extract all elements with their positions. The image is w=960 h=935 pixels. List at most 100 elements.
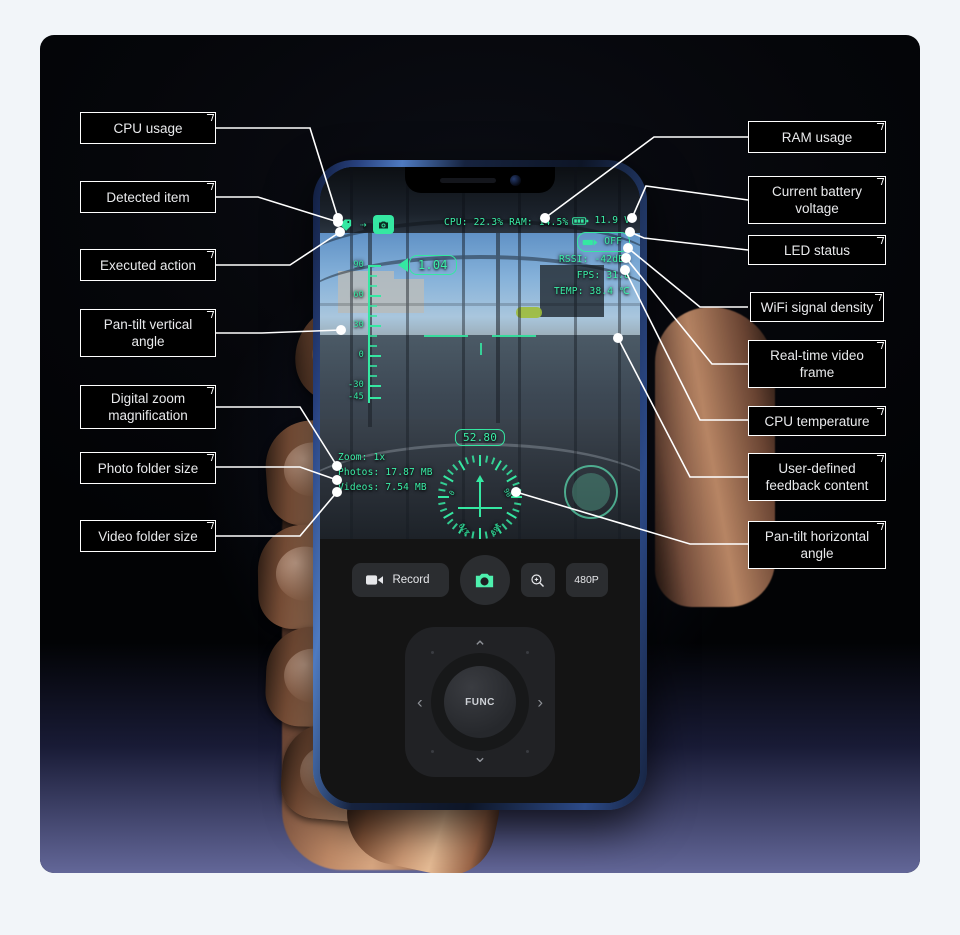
annotation-label-text: Digital zoom magnification [108,391,188,423]
zoom-in-icon [531,573,545,587]
corner-notch-icon [874,342,885,349]
annotation-current-battery-voltage: Current battery voltage [748,176,886,224]
corner-notch-icon [204,387,215,394]
annotation-label-text: WiFi signal density [760,299,874,315]
compass-tick [471,531,475,539]
compass-tick [506,511,518,519]
compass-tick [506,475,518,483]
earpiece-speaker [439,177,496,183]
capture-toolbar: Record 480P [320,553,640,607]
compass-tick [491,457,496,465]
annotation-detected-item: Detected item [80,181,216,213]
annotation-label-text: Pan-tilt vertical angle [103,317,193,349]
tilt-tick-30: 30 [353,320,364,330]
corner-notch-icon [204,454,215,461]
pan-tilt-vertical-ruler: 90 60 30 0 -30 -45 [342,260,402,406]
annotation-pan-tilt-horizontal-angle: Pan-tilt horizontal angle [748,521,886,569]
compass-tick [506,518,513,525]
compass-tick [512,508,520,513]
annotation-pan-tilt-vertical-angle: Pan-tilt vertical angle [80,309,216,357]
tilt-pointer-icon [398,258,408,272]
tilt-tick-m45: -45 [348,392,364,402]
dpad-left-button[interactable]: ‹ [417,694,423,711]
annotation-label-text: User-defined feedback content [765,461,869,493]
annotation-label-text: Current battery voltage [771,184,863,216]
video-camera-icon [366,575,384,585]
record-button-label: Record [392,574,430,586]
compass-tick [512,481,520,486]
annotation-wifi-signal-density: WiFi signal density [750,292,884,322]
corner-notch-icon [204,522,215,529]
detection-row: ⇢ [338,215,394,234]
phone-device: ⇢ CPU: 22.3% RAM: 14.5% 11.9 V OFF RSSI:… [313,160,647,810]
zoom-button[interactable] [520,563,555,597]
fps-readout: FPS: 31.8 [576,270,630,281]
corner-notch-icon [874,237,885,244]
annotation-label-text: Pan-tilt horizontal angle [764,529,870,561]
func-button[interactable]: FUNC [444,666,516,738]
pan-tilt-horizontal-value: 52.80 [454,429,506,446]
front-camera-icon [509,174,521,186]
annotation-label-text: Real-time video frame [770,348,864,380]
compass-tick [440,481,448,486]
annotation-led-status: LED status [748,235,886,265]
user-feedback-knob-inner [572,473,610,511]
annotation-label-text: CPU temperature [764,413,870,429]
compass-tick [479,528,482,539]
rssi-readout: RSSI: -42dBm [558,254,630,265]
dpad-right-button[interactable]: › [537,694,543,711]
tilt-tick-m30: -30 [348,380,364,390]
tilt-tick-60: 60 [353,290,364,300]
annotation-photo-folder-size: Photo folder size [80,452,216,484]
annotation-label-text: Video folder size [98,528,198,544]
cpu-ram-readout: CPU: 22.3% RAM: 14.5% [444,217,569,228]
corner-notch-icon [872,294,883,301]
annotation-label-text: LED status [783,242,851,258]
cpu-temperature-readout: TEMP: 38.4 ℃ [554,286,630,297]
camera-action-icon [372,215,394,234]
compass-tick [447,469,454,476]
compass-axis-h [458,507,502,509]
zoom-readout: Zoom: 1x [338,452,386,463]
compass-tick [501,523,508,530]
compass-tick [514,488,522,492]
compass-tick [511,496,523,498]
compass-tick [506,469,513,476]
annotation-digital-zoom-magnification: Digital zoom magnification [80,385,216,429]
compass-tick [440,508,448,513]
compass-tick [485,455,489,463]
compass-tick [443,475,454,483]
compass-tick [514,502,522,506]
dashed-arrow-icon: ⇢ [360,218,367,231]
corner-notch-icon [204,251,215,258]
annotation-cpu-temperature: CPU temperature [748,406,886,436]
compass-tick [452,464,459,471]
annotation-label-text: CPU usage [113,120,183,136]
annotation-executed-action: Executed action [80,249,216,281]
compass-tick [438,488,446,492]
screenshot-root: ⇢ CPU: 22.3% RAM: 14.5% 11.9 V OFF RSSI:… [0,0,960,935]
compass-axis-v [479,477,481,517]
shutter-button[interactable] [459,555,510,605]
resolution-button[interactable]: 480P [565,563,608,597]
videos-readout: Videos: 7.54 MB [338,482,427,493]
corner-notch-icon [874,523,885,530]
corner-notch-icon [204,183,215,190]
compass-tick [438,502,446,506]
user-feedback-knob[interactable] [564,465,618,519]
photos-readout: Photos: 17.87 MB [338,467,433,478]
annotation-label-text: RAM usage [781,129,853,145]
compass-tick [479,455,482,466]
storage-stats: Zoom: 1x Photos: 17.87 MB Videos: 7.54 M… [338,450,433,495]
annotation-cpu-usage: CPU usage [80,112,216,144]
live-video-feed: ⇢ CPU: 22.3% RAM: 14.5% 11.9 V OFF RSSI:… [320,167,640,539]
corner-notch-icon [204,114,215,121]
pan-tilt-vertical-value: 1.04 [398,255,457,275]
annotation-label-text: Detected item [106,189,190,205]
corner-notch-icon [874,123,885,130]
annotation-label-text: Executed action [99,257,197,273]
dpad-control[interactable]: ⌃ ⌄ ‹ › FUNC [405,627,555,777]
battery-voltage-value: 11.9 V [594,215,630,226]
record-button[interactable]: Record [352,563,449,597]
camera-shutter-icon [475,573,494,587]
